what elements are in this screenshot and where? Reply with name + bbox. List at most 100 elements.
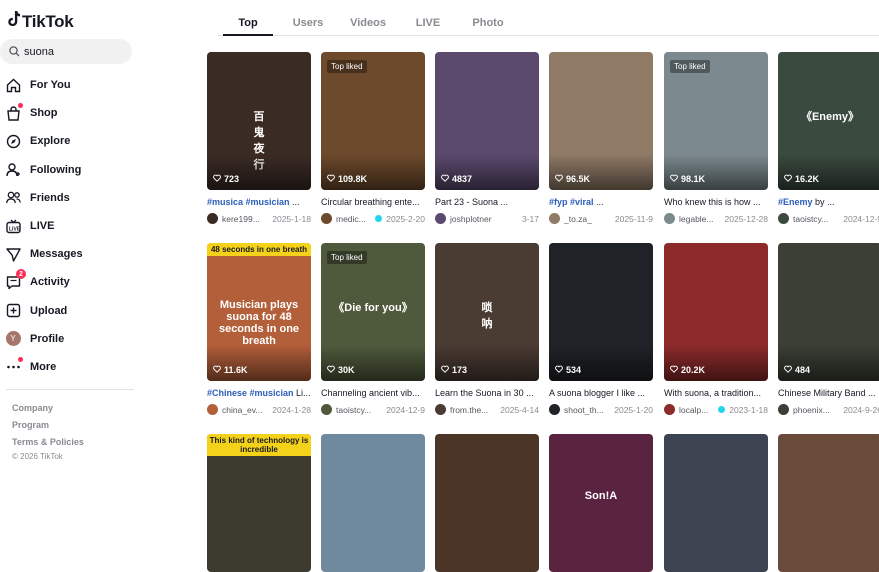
video-caption[interactable]: #musica #musician ... <box>207 197 311 207</box>
author-avatar[interactable] <box>778 213 789 224</box>
live-icon: LIVE <box>5 218 21 234</box>
notification-dot <box>18 103 23 109</box>
author-avatar[interactable] <box>435 404 446 415</box>
video-caption[interactable]: #fyp #viral ... <box>549 197 653 207</box>
video-thumbnail[interactable]: Son!A <box>549 434 653 572</box>
video-thumbnail[interactable]: Top liked 《Die for you》 30K <box>321 243 425 381</box>
video-caption[interactable]: Part 23 - Suona ... <box>435 197 539 207</box>
logo-text: TikTok <box>22 11 74 31</box>
video-thumbnail[interactable]: 《Enemy》 16.2K <box>778 52 879 190</box>
video-caption[interactable]: #Chinese #musician Li... <box>207 388 311 398</box>
video-caption[interactable]: Chinese Military Band ... <box>778 388 879 398</box>
video-meta: shoot_th... 2025-1-20 <box>549 404 659 415</box>
like-count: 98.1K <box>670 174 705 184</box>
tiktok-logo[interactable]: TikTok <box>6 11 74 32</box>
author-name[interactable]: medic... <box>336 214 373 224</box>
author-name[interactable]: kere199... <box>222 214 268 224</box>
author-avatar[interactable] <box>778 404 789 415</box>
video-caption[interactable]: Learn the Suona in 30 ... <box>435 388 539 398</box>
caption-hashtags[interactable]: #Enemy <box>778 197 813 207</box>
author-avatar[interactable] <box>207 404 218 415</box>
author-name[interactable]: joshplotner <box>450 214 518 224</box>
caption-text: Who knew this is how ... <box>664 197 761 207</box>
thumbnail-shade <box>778 154 879 190</box>
author-avatar[interactable] <box>321 213 332 224</box>
video-caption[interactable]: Channeling ancient vib... <box>321 388 425 398</box>
nav-label: Upload <box>30 304 68 317</box>
video-thumbnail[interactable]: 48 seconds in one breath Musician plays s… <box>207 243 311 381</box>
video-thumbnail[interactable]: 20.2K <box>664 243 768 381</box>
video-thumbnail[interactable]: This kind of technology is incredible <box>207 434 311 572</box>
nav-activity[interactable]: 2 Activity <box>0 268 150 296</box>
author-avatar[interactable] <box>207 213 218 224</box>
author-name[interactable]: from.the... <box>450 405 496 415</box>
author-name[interactable]: taoistcy... <box>336 405 382 415</box>
nav-more[interactable]: More <box>0 353 150 381</box>
video-thumbnail[interactable]: 96.5K <box>549 52 653 190</box>
video-thumbnail[interactable]: Top liked 98.1K <box>664 52 768 190</box>
nav-profile[interactable]: Y Profile <box>0 325 150 353</box>
tab-users[interactable]: Users <box>278 12 338 34</box>
tab-videos[interactable]: Videos <box>338 12 398 34</box>
like-count-value: 534 <box>566 365 582 375</box>
video-thumbnail[interactable] <box>321 434 425 572</box>
caption-hashtags[interactable]: #musica #musician <box>207 197 290 207</box>
video-caption[interactable]: With suona, a tradition... <box>664 388 768 398</box>
footer-program-link[interactable]: Program <box>12 420 49 430</box>
author-name[interactable]: china_ev... <box>222 405 268 415</box>
nav-following[interactable]: Following <box>0 156 150 184</box>
nav-for-you[interactable]: For You <box>0 71 150 99</box>
thumbnail-shade <box>435 154 539 190</box>
author-avatar[interactable] <box>549 213 560 224</box>
caption-hashtags[interactable]: #fyp #viral <box>549 197 594 207</box>
search-icon[interactable] <box>6 46 22 57</box>
footer-company-link[interactable]: Company <box>12 403 53 413</box>
video-thumbnail[interactable]: Top liked 109.8K <box>321 52 425 190</box>
nav-friends[interactable]: Friends <box>0 184 150 212</box>
caption-hashtags[interactable]: #Chinese #musician <box>207 388 294 398</box>
tab-photo[interactable]: Photo <box>458 12 518 34</box>
caption-text: by ... <box>812 197 835 207</box>
like-count: 11.6K <box>213 365 248 375</box>
nav-live[interactable]: LIVE LIVE <box>0 212 150 240</box>
author-avatar[interactable] <box>664 213 675 224</box>
search-bar[interactable] <box>0 39 132 64</box>
nav-shop[interactable]: Shop <box>0 99 150 127</box>
video-thumbnail[interactable] <box>778 434 879 572</box>
author-avatar[interactable] <box>664 404 675 415</box>
author-name[interactable]: shoot_th... <box>564 405 610 415</box>
nav-label: More <box>30 360 57 373</box>
video-caption[interactable]: #Enemy by ... <box>778 197 879 207</box>
footer-terms-link[interactable]: Terms & Policies <box>12 437 84 447</box>
video-thumbnail[interactable]: 484 <box>778 243 879 381</box>
activity-badge: 2 <box>16 269 26 280</box>
video-caption[interactable]: Circular breathing ente... <box>321 197 425 207</box>
thumbnail-shade <box>207 154 311 190</box>
top-liked-tag: Top liked <box>327 251 367 264</box>
author-avatar[interactable] <box>321 404 332 415</box>
video-thumbnail[interactable]: 百 鬼 夜 行723 <box>207 52 311 190</box>
tab-top[interactable]: Top <box>218 12 278 34</box>
video-thumbnail[interactable]: 4837 <box>435 52 539 190</box>
author-name[interactable]: legable... <box>679 214 721 224</box>
video-caption[interactable]: Who knew this is how ... <box>664 197 768 207</box>
video-thumbnail[interactable] <box>664 434 768 572</box>
author-name[interactable]: phoenix... <box>793 405 839 415</box>
nav-upload[interactable]: Upload <box>0 297 150 325</box>
nav-explore[interactable]: Explore <box>0 127 150 155</box>
author-name[interactable]: _to.za_ <box>564 214 611 224</box>
like-count-value: 16.2K <box>795 174 820 184</box>
author-name[interactable]: localp... <box>679 405 716 415</box>
author-avatar[interactable] <box>435 213 446 224</box>
video-thumbnail[interactable]: 唢 呐 173 <box>435 243 539 381</box>
author-avatar[interactable] <box>549 404 560 415</box>
like-count-value: 20.2K <box>681 365 706 375</box>
video-thumbnail[interactable]: 534 <box>549 243 653 381</box>
video-caption[interactable]: A suona blogger I like ... <box>549 388 653 398</box>
nav-messages[interactable]: Messages <box>0 240 150 268</box>
tab-live[interactable]: LIVE <box>398 12 458 34</box>
video-thumbnail[interactable] <box>435 434 539 572</box>
search-input[interactable] <box>22 45 124 58</box>
author-name[interactable]: taoistcy... <box>793 214 839 224</box>
nav-label: Friends <box>30 191 70 204</box>
